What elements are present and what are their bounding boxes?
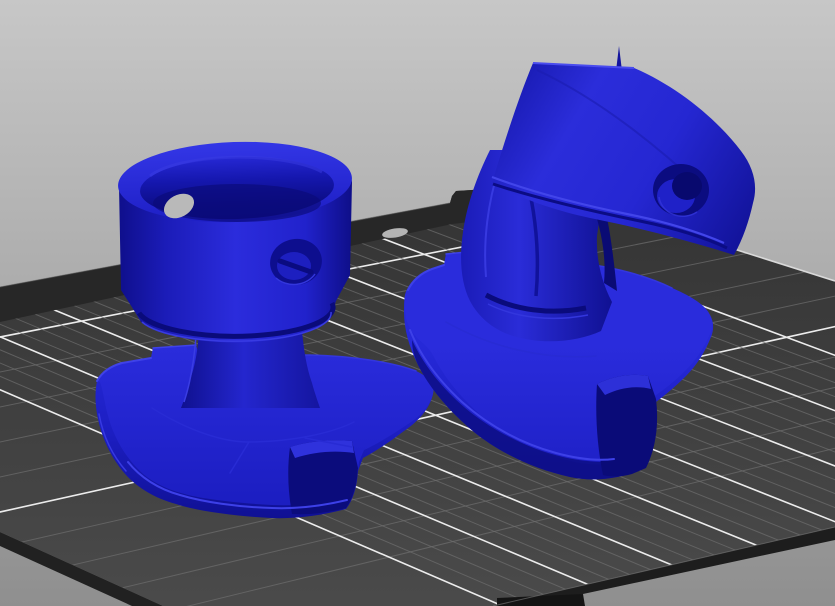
tilted-cup-hole	[653, 164, 709, 218]
slicer-3d-viewport[interactable]: ORIGINAL PRUSA	[0, 0, 835, 606]
